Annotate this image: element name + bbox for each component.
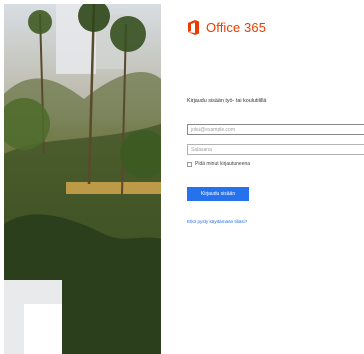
cant-access-account-link[interactable]: Etkö pysty käyttämään tiliäsi? — [187, 219, 247, 224]
signin-button[interactable]: Kirjaudu sisään — [187, 187, 249, 201]
remember-label: Pidä minut kirjautuneena — [195, 161, 251, 167]
office-logo-icon — [188, 20, 199, 35]
brand-name: Office 365 — [206, 20, 267, 35]
password-input[interactable] — [187, 144, 364, 155]
signin-prompt: Kirjaudu sisään työ- tai koulutilillä — [187, 98, 267, 104]
remember-me[interactable]: Pidä minut kirjautuneena — [187, 161, 250, 167]
brand-logo: Office 365 — [187, 20, 266, 35]
login-pane: Office 365 Kirjaudu sisään työ- tai koul… — [161, 0, 364, 354]
remember-checkbox[interactable] — [187, 161, 192, 167]
palm-city-illustration — [4, 4, 161, 354]
background-photo — [4, 4, 161, 354]
username-input[interactable] — [187, 124, 364, 135]
